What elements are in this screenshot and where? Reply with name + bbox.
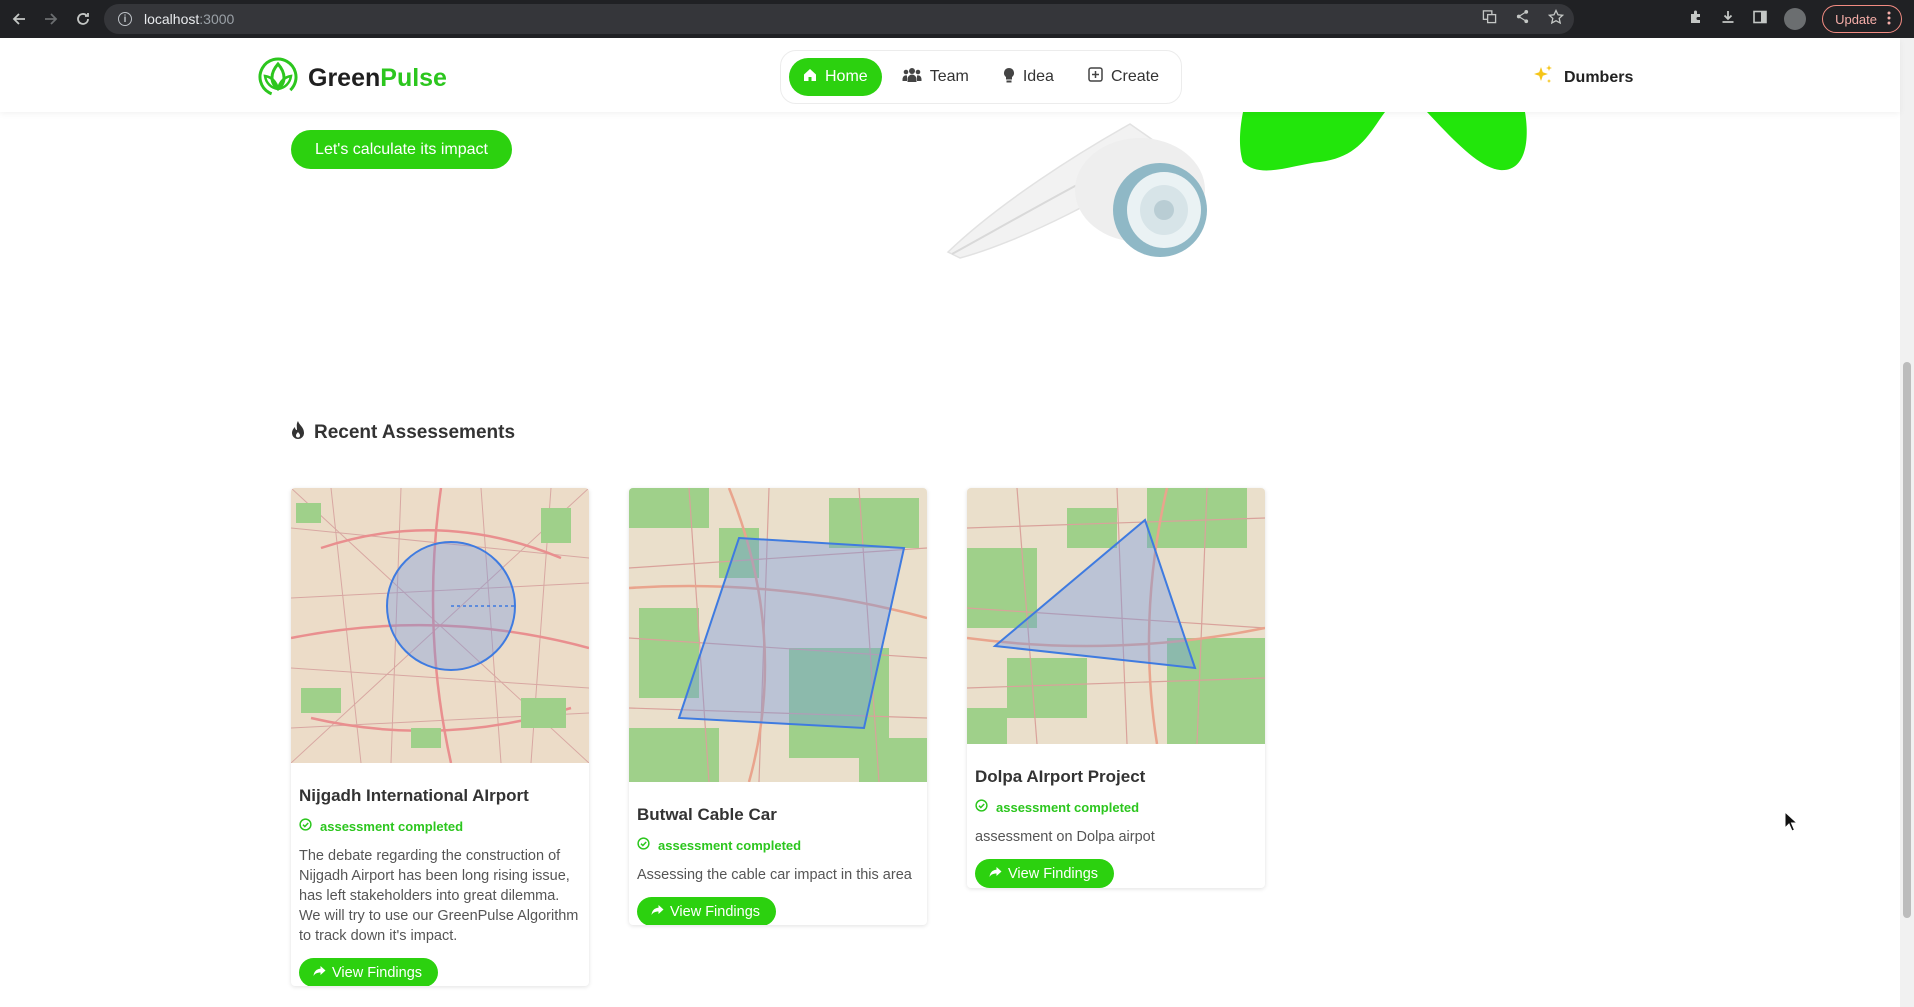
url-text: localhost:3000 <box>144 11 235 27</box>
hero-illustration <box>946 112 1527 259</box>
browser-toolbar: i localhost:3000 Update <box>0 0 1914 38</box>
card-description: assessment on Dolpa airpot <box>975 829 1155 845</box>
sparkles-icon <box>1532 64 1554 91</box>
nav-home[interactable]: Home <box>789 58 882 96</box>
logo-text: GreenPulse <box>308 64 447 92</box>
share-arrow-icon <box>989 866 1002 882</box>
scrollbar-thumb[interactable] <box>1903 362 1911 918</box>
extensions-icon[interactable] <box>1688 9 1704 30</box>
nav-idea[interactable]: Idea <box>989 58 1068 96</box>
assessment-card-butwal: Butwal Cable Car assessment completed As… <box>629 488 927 925</box>
map-thumbnail[interactable] <box>291 488 589 764</box>
card-title: Dolpa AIrport Project <box>975 767 1146 786</box>
profile-avatar[interactable] <box>1784 8 1807 30</box>
map-thumbnail[interactable] <box>629 488 927 783</box>
team-icon <box>902 67 922 88</box>
assessment-card-dolpa: Dolpa AIrport Project assessment complet… <box>967 488 1265 888</box>
user-menu[interactable]: Dumbers <box>1532 64 1633 91</box>
card-description: Assessing the cable car impact in this a… <box>637 867 912 883</box>
nav-create-label: Create <box>1110 68 1159 85</box>
map-thumbnail[interactable] <box>967 488 1265 745</box>
view-findings-label: View Findings <box>332 964 423 981</box>
logo[interactable]: GreenPulse <box>258 55 447 102</box>
status-text: assessment completed <box>320 818 464 834</box>
translate-icon[interactable] <box>1482 9 1497 29</box>
view-findings-label: View Findings <box>1008 865 1099 882</box>
nav-team-label: Team <box>929 68 969 85</box>
user-name: Dumbers <box>1564 68 1634 86</box>
bookmark-star-icon[interactable] <box>1547 8 1565 30</box>
address-bar[interactable]: i localhost:3000 <box>104 4 1574 34</box>
status-text: assessment completed <box>996 799 1140 815</box>
page-scrollbar[interactable] <box>1900 38 1914 1007</box>
share-arrow-icon <box>651 904 664 920</box>
section-title-text: Recent Assessements <box>314 422 516 443</box>
status-badge: assessment completed <box>975 799 1257 815</box>
back-icon[interactable] <box>6 6 32 32</box>
leaf-logo-icon <box>258 55 298 102</box>
forward-icon[interactable] <box>38 6 64 32</box>
home-icon <box>803 68 817 87</box>
card-title: Nijgadh International AIrport <box>299 786 529 805</box>
view-findings-button[interactable]: View Findings <box>299 958 439 986</box>
nav-team[interactable]: Team <box>888 58 983 96</box>
view-findings-button[interactable]: View Findings <box>975 859 1115 888</box>
mouse-cursor-icon <box>1784 811 1799 832</box>
download-icon[interactable] <box>1720 9 1736 30</box>
recent-assessments-heading: Recent Assessements <box>290 420 515 446</box>
status-text: assessment completed <box>658 837 802 853</box>
plus-square-icon <box>1088 67 1103 87</box>
status-badge: assessment completed <box>637 837 919 853</box>
page-viewport: GreenPulse Home Team Idea Create Dumbers… <box>0 38 1914 1007</box>
lightbulb-icon <box>1003 67 1015 88</box>
side-panel-icon[interactable] <box>1752 9 1768 30</box>
fire-icon <box>290 420 306 446</box>
check-circle-icon <box>299 818 312 834</box>
update-button[interactable]: Update <box>1822 5 1902 33</box>
share-arrow-icon <box>313 965 326 981</box>
site-info-icon[interactable]: i <box>118 12 132 26</box>
check-circle-icon <box>975 799 988 815</box>
view-findings-label: View Findings <box>670 903 761 920</box>
check-circle-icon <box>637 837 650 853</box>
app-header: GreenPulse Home Team Idea Create Dumbers <box>0 38 1900 112</box>
calculate-impact-label: Let's calculate its impact <box>315 140 488 158</box>
status-badge: assessment completed <box>299 818 581 834</box>
more-menu-icon[interactable] <box>1887 11 1891 28</box>
assessment-card-nijgadh: Nijgadh International AIrport assessment… <box>291 488 589 986</box>
reload-icon[interactable] <box>70 6 96 32</box>
card-description: The debate regarding the construction of… <box>299 848 579 944</box>
view-findings-button[interactable]: View Findings <box>637 897 777 925</box>
main-nav: Home Team Idea Create <box>780 50 1182 104</box>
card-title: Butwal Cable Car <box>637 805 777 824</box>
nav-create[interactable]: Create <box>1074 58 1173 96</box>
share-icon[interactable] <box>1515 9 1530 29</box>
calculate-impact-button[interactable]: Let's calculate its impact <box>291 130 512 169</box>
nav-idea-label: Idea <box>1022 68 1054 85</box>
update-label: Update <box>1835 11 1877 27</box>
nav-home-label: Home <box>825 68 868 85</box>
